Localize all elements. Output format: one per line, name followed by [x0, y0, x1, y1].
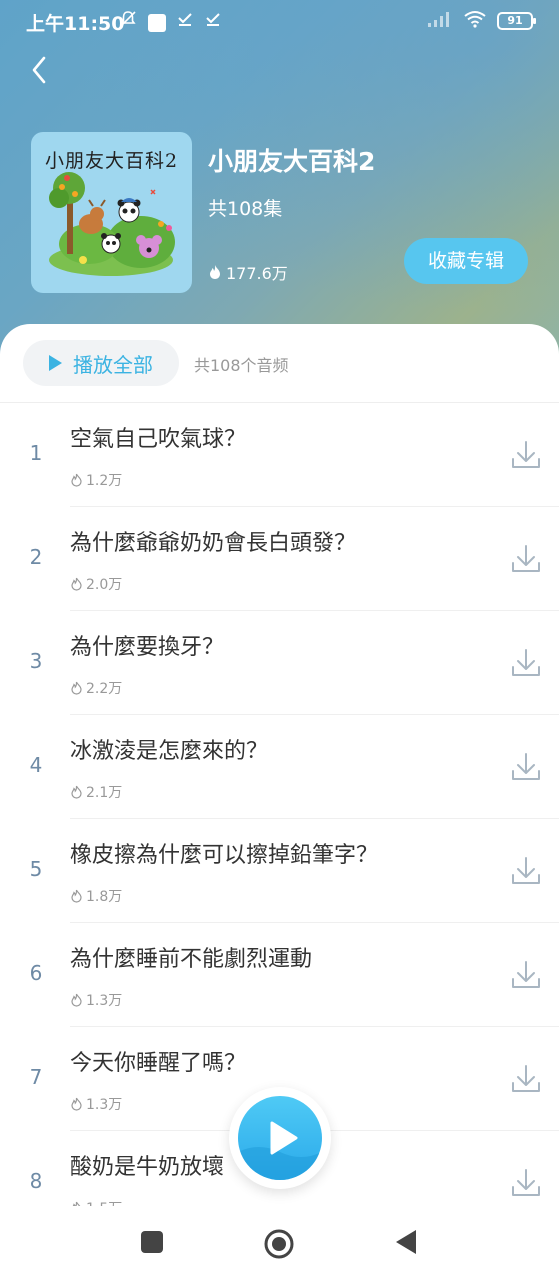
flame-icon	[71, 681, 82, 695]
track-row[interactable]: 4 冰激淩是怎麼來的？ 2.1万	[0, 715, 559, 819]
download-button[interactable]	[510, 1063, 542, 1095]
track-title: 空氣自己吹氣球？	[70, 427, 247, 452]
back-button[interactable]	[26, 52, 56, 88]
track-row[interactable]: 1 空氣自己吹氣球？ 1.2万	[0, 403, 559, 507]
track-play-count: 2.1万	[70, 782, 122, 802]
download-icon	[512, 857, 540, 884]
track-title: 為什麼爺爺奶奶會長白頭發？	[70, 531, 357, 556]
mute-icon	[118, 9, 138, 35]
track-row[interactable]: 3 為什麼要換牙？ 2.2万	[0, 611, 559, 715]
episode-count: 共108集	[208, 198, 283, 220]
track-plays-value: 1.3万	[86, 1097, 123, 1113]
flame-icon	[71, 577, 82, 591]
track-number: 6	[29, 961, 43, 985]
track-play-count: 2.0万	[70, 574, 122, 594]
collect-album-button[interactable]: 收藏专辑	[404, 238, 528, 284]
system-icons: 91	[427, 10, 536, 32]
track-title: 橡皮擦為什麼可以擦掉鉛筆字？	[70, 843, 379, 868]
wifi-icon	[463, 10, 487, 32]
track-title: 今天你睡醒了嗎？	[70, 1051, 247, 1076]
track-plays-value: 1.8万	[86, 889, 123, 905]
notification-icons	[118, 9, 222, 35]
track-play-count: 1.8万	[70, 886, 122, 906]
track-plays-value: 1.3万	[86, 993, 123, 1009]
album-title: 小朋友大百科2	[208, 147, 376, 176]
track-plays-value: 1.2万	[86, 473, 123, 489]
download-button[interactable]	[510, 1167, 542, 1199]
download-button[interactable]	[510, 855, 542, 887]
square-icon	[141, 1231, 163, 1253]
flame-icon	[71, 993, 82, 1007]
play-icon	[49, 355, 62, 371]
play-all-label: 播放全部	[73, 352, 153, 377]
app-notification-icon	[148, 14, 166, 32]
audio-count: 共108个音频	[194, 356, 289, 375]
status-bar: 上午11:50 91	[0, 0, 559, 42]
track-number: 7	[29, 1065, 43, 1089]
download-icon	[512, 1169, 540, 1196]
cover-illustration-icon	[49, 172, 175, 276]
track-plays-value: 2.0万	[86, 577, 123, 593]
flame-icon	[210, 265, 220, 279]
track-plays-value: 2.1万	[86, 785, 123, 801]
track-row[interactable]: 5 橡皮擦為什麼可以擦掉鉛筆字？ 1.8万	[0, 819, 559, 923]
status-time: 上午11:50	[26, 13, 125, 35]
triangle-back-icon	[396, 1230, 416, 1254]
track-row[interactable]: 2 為什麼爺爺奶奶會長白頭發？ 2.0万	[0, 507, 559, 611]
play-all-button[interactable]: 播放全部	[23, 340, 179, 386]
track-title: 冰激淩是怎麼來的？	[70, 739, 269, 764]
track-title: 酸奶是牛奶放壞	[70, 1155, 225, 1180]
download-icon	[512, 441, 540, 468]
album-play-count: 177.6万	[208, 260, 288, 284]
track-play-count: 2.2万	[70, 678, 122, 698]
flame-icon	[71, 889, 82, 903]
player-play-button[interactable]	[229, 1087, 331, 1189]
flame-icon	[71, 473, 82, 487]
track-play-count: 1.3万	[70, 990, 122, 1010]
download-button[interactable]	[510, 543, 542, 575]
download-icon	[512, 1065, 540, 1092]
battery-icon: 91	[497, 12, 536, 30]
track-title: 為什麼睡前不能劇烈運動	[70, 947, 313, 972]
track-number: 4	[29, 753, 43, 777]
signal-icon	[427, 10, 453, 32]
download-button[interactable]	[510, 647, 542, 679]
download-icon	[512, 545, 540, 572]
track-play-count: 1.2万	[70, 470, 122, 490]
track-plays-value: 2.2万	[86, 681, 123, 697]
flame-icon	[71, 1097, 82, 1111]
download-button[interactable]	[510, 751, 542, 783]
album-cover: 小朋友大百科2	[31, 132, 192, 293]
track-row[interactable]: 6 為什麼睡前不能劇烈運動 1.3万	[0, 923, 559, 1027]
download-button[interactable]	[510, 959, 542, 991]
download-button[interactable]	[510, 439, 542, 471]
album-plays-value: 177.6万	[226, 264, 288, 283]
download-icon	[512, 961, 540, 988]
track-title: 為什麼要換牙？	[70, 635, 225, 660]
track-number: 2	[29, 545, 43, 569]
download-icon	[512, 753, 540, 780]
check-icon	[176, 10, 194, 34]
flame-icon	[71, 785, 82, 799]
track-play-count: 1.3万	[70, 1094, 122, 1114]
play-button-inner	[238, 1096, 322, 1180]
back-nav-button[interactable]	[394, 1228, 418, 1260]
track-number: 8	[29, 1169, 43, 1193]
recent-apps-button[interactable]	[140, 1230, 164, 1258]
track-number: 5	[29, 857, 43, 881]
track-number: 1	[29, 441, 43, 465]
check-icon	[204, 10, 222, 34]
chevron-left-icon	[32, 56, 46, 84]
play-icon	[238, 1121, 322, 1180]
system-nav-bar	[0, 1206, 559, 1280]
circle-icon	[264, 1229, 294, 1259]
home-button[interactable]	[263, 1228, 295, 1264]
download-icon	[512, 649, 540, 676]
track-number: 3	[29, 649, 43, 673]
